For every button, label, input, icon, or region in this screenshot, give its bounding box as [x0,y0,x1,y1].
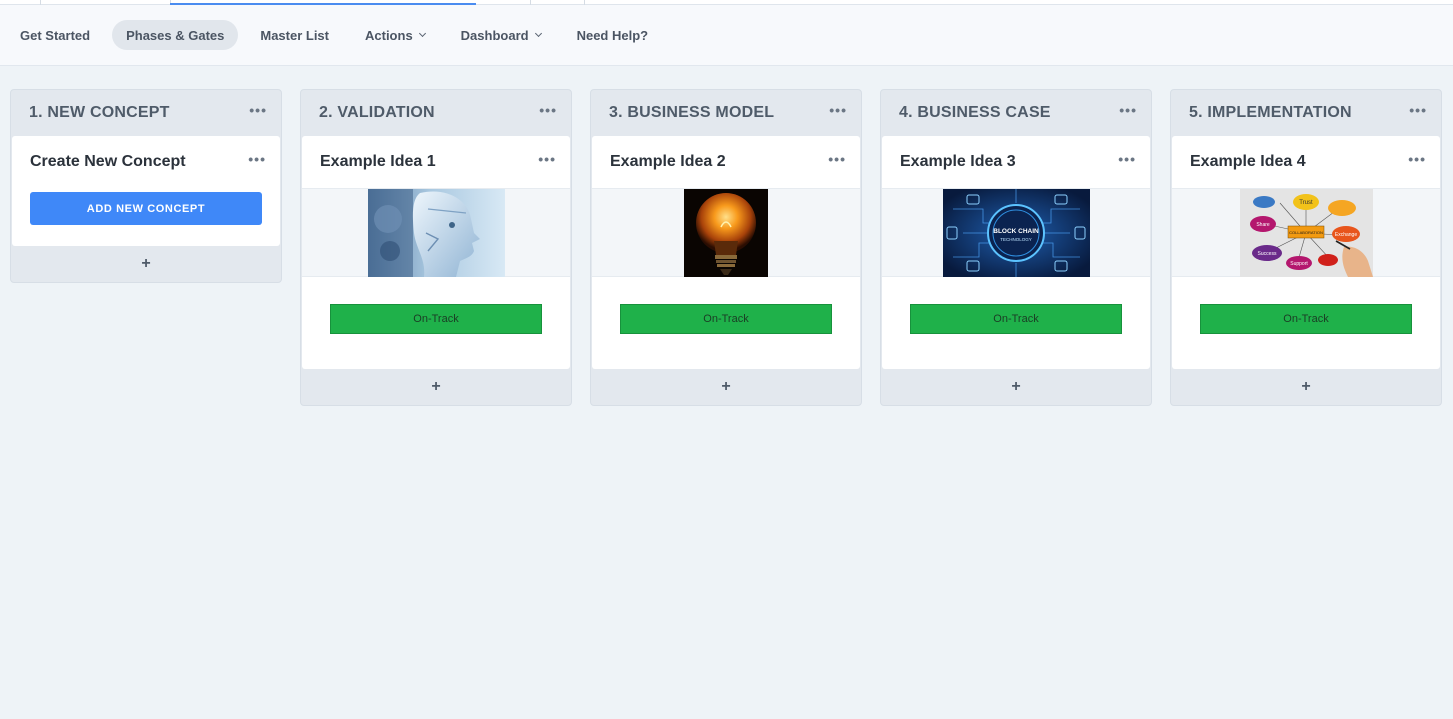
card-image-area [592,188,860,277]
card-menu-icon[interactable]: ••• [1118,152,1136,170]
card-status-area: On-Track [1172,277,1440,369]
nav-label: Actions [365,27,413,43]
add-card-button[interactable]: + [591,369,861,405]
column-title: 4. BUSINESS CASE [899,104,1051,121]
nav-phases-gates[interactable]: Phases & Gates [112,20,239,50]
column-menu-icon[interactable]: ••• [249,103,267,121]
column-header: 4. BUSINESS CASE ••• [881,90,1151,136]
chevron-down-icon [418,29,426,38]
column-menu-icon[interactable]: ••• [1119,103,1137,121]
phase-column-implementation: 5. IMPLEMENTATION ••• Example Idea 4 •••… [1170,89,1442,406]
status-badge[interactable]: On-Track [910,304,1122,334]
card-title: Example Idea 2 [610,153,726,170]
mindmap-center-word: COLLABORATION [1289,230,1323,235]
phase-column-validation: 2. VALIDATION ••• Example Idea 1 ••• On-… [300,89,572,406]
status-badge[interactable]: On-Track [330,304,542,334]
add-card-button[interactable]: + [301,369,571,405]
card-title: Example Idea 4 [1190,153,1306,170]
idea-card[interactable]: Example Idea 3 ••• BLOCK CHAIN TECHNOLOG… [882,136,1150,369]
add-new-concept-button[interactable]: ADD NEW CONCEPT [30,192,262,225]
add-card-button[interactable]: + [1171,369,1441,405]
card-image-area [302,188,570,277]
column-title: 1. NEW CONCEPT [29,104,170,121]
collaboration-mindmap-image: Trust Share COLLABORATION Exchange Succe… [1239,189,1373,277]
nav-label: Phases & Gates [126,27,225,43]
column-title: 2. VALIDATION [319,104,435,121]
card-status-area: On-Track [592,277,860,369]
card-image-area: BLOCK CHAIN TECHNOLOGY [882,188,1150,277]
card-header: Example Idea 3 ••• [882,136,1150,188]
nav-label: Get Started [20,27,91,43]
nav-dashboard-dropdown[interactable]: Dashboard [447,20,555,50]
idea-card[interactable]: Example Idea 1 ••• On-Track [302,136,570,369]
column-header: 2. VALIDATION ••• [301,90,571,136]
nav-label: Master List [260,27,329,43]
card-menu-icon[interactable]: ••• [828,152,846,170]
phase-column-new-concept: 1. NEW CONCEPT ••• Create New Concept ••… [10,89,282,283]
card-header: Example Idea 1 ••• [302,136,570,188]
status-badge[interactable]: On-Track [620,304,832,334]
card-header: Create New Concept ••• [12,136,280,188]
mindmap-word: Exchange [1334,232,1356,238]
card-menu-icon[interactable]: ••• [248,152,266,170]
main-nav: Get Started Phases & Gates Master List A… [0,5,1453,66]
add-card-button[interactable]: + [11,246,281,282]
mindmap-word: Trust [1299,200,1313,206]
nav-label: Dashboard [460,27,529,43]
light-bulb-image [684,189,768,277]
mindmap-word: Share [1256,222,1270,228]
idea-card[interactable]: Example Idea 4 ••• Trust Share COLLABORA… [1172,136,1440,369]
column-title: 5. IMPLEMENTATION [1189,104,1352,121]
card-status-area: On-Track [882,277,1150,369]
card-header: Example Idea 4 ••• [1172,136,1440,188]
status-badge[interactable]: On-Track [1200,304,1412,334]
mindmap-word: Success [1257,251,1276,257]
column-header: 5. IMPLEMENTATION ••• [1171,90,1441,136]
card-status-area: On-Track [302,277,570,369]
nav-get-started[interactable]: Get Started [6,20,104,50]
card-title: Create New Concept [30,153,186,170]
blockchain-caption: BLOCK CHAIN [993,228,1039,235]
card-menu-icon[interactable]: ••• [1408,152,1426,170]
column-header: 1. NEW CONCEPT ••• [11,90,281,136]
column-menu-icon[interactable]: ••• [539,103,557,121]
phase-column-business-model: 3. BUSINESS MODEL ••• Example Idea 2 ••• [590,89,862,406]
column-title: 3. BUSINESS MODEL [609,104,775,121]
card-title: Example Idea 3 [900,153,1016,170]
robot-face-image [367,189,505,277]
card-title: Example Idea 1 [320,153,436,170]
chevron-down-icon [534,29,542,38]
card-header: Example Idea 2 ••• [592,136,860,188]
nav-actions-dropdown[interactable]: Actions [351,20,439,50]
nav-label: Need Help? [576,27,649,43]
blockchain-image: BLOCK CHAIN TECHNOLOGY [942,189,1090,277]
mindmap-word: Support [1290,261,1308,267]
idea-card[interactable]: Example Idea 2 ••• On-Track [592,136,860,369]
concept-card: Create New Concept ••• ADD NEW CONCEPT [12,136,280,246]
card-image-area: Trust Share COLLABORATION Exchange Succe… [1172,188,1440,277]
blockchain-subcaption: TECHNOLOGY [1000,237,1032,242]
column-menu-icon[interactable]: ••• [829,103,847,121]
add-card-button[interactable]: + [881,369,1151,405]
nav-master-list[interactable]: Master List [246,20,343,50]
nav-need-help[interactable]: Need Help? [563,20,663,50]
column-menu-icon[interactable]: ••• [1409,103,1427,121]
card-menu-icon[interactable]: ••• [538,152,556,170]
phase-column-business-case: 4. BUSINESS CASE ••• Example Idea 3 ••• [880,89,1152,406]
column-header: 3. BUSINESS MODEL ••• [591,90,861,136]
